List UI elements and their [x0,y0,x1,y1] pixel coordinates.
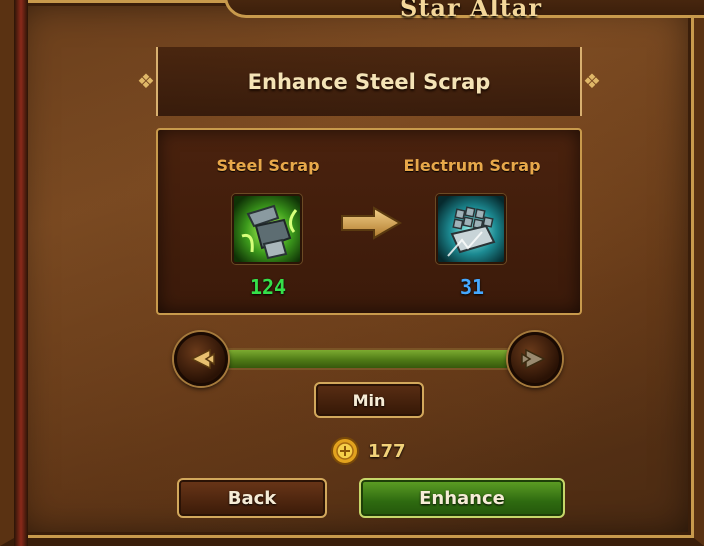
banner-left-ornament-icon: ❖ [137,69,155,93]
target-item-label: Electrum Scrap [403,156,541,175]
banner-right-ornament-icon: ❖ [583,69,601,93]
window-title-tab: Star Altar [224,0,704,22]
source-item-label: Steel Scrap [216,156,320,175]
increase-button[interactable] [508,332,562,386]
enhance-cost: 177 [330,436,406,466]
slider-fill [221,350,517,368]
game-window-frame: Star Altar ❖ ❖ Enhance Steel Scrap Steel… [0,0,704,546]
window-title: Star Altar [400,0,542,22]
arrow-right-icon [340,206,403,240]
window-side-rail [14,0,28,546]
dialog-title-banner: Enhance Steel Scrap [156,47,582,116]
gold-coin-icon [331,437,359,465]
decrease-button[interactable] [174,332,228,386]
conversion-panel: Steel Scrap 124 Electrum Scrap 31 [156,128,582,315]
enhance-button[interactable]: Enhance [359,478,565,518]
arrow-left-icon [190,348,215,370]
back-button[interactable]: Back [177,478,327,518]
min-button[interactable]: Min [314,382,424,418]
target-item-count: 31 [459,275,485,299]
dialog-title: Enhance Steel Scrap [247,69,491,94]
quantity-slider[interactable] [174,330,564,388]
arrow-right-icon [521,348,546,370]
source-item-count: 124 [249,275,287,299]
cost-value: 177 [368,440,406,462]
steel-scrap-icon [232,194,302,264]
slider-track[interactable] [219,348,519,370]
electrum-scrap-icon [436,194,506,264]
